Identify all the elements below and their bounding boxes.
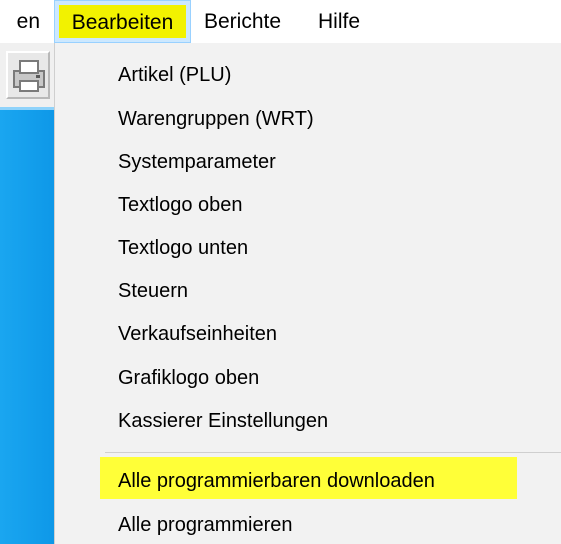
menu-separator [105,452,561,453]
menu-bar: en Bearbeiten Berichte Hilfe [0,0,561,43]
menu-berichte[interactable]: Berichte [204,0,281,43]
menu-item-label: Steuern [118,280,189,302]
menu-item-alle-downloaden[interactable]: Alle programmierbaren downloaden [118,466,435,496]
bearbeiten-dropdown: Artikel (PLU) Warengruppen (WRT) Systemp… [54,43,561,544]
menu-item-warengruppen[interactable]: Warengruppen (WRT) [118,104,314,134]
menu-item-label: Artikel (PLU) [118,64,232,86]
menu-item-label: Grafiklogo oben [118,367,260,389]
menu-hilfe[interactable]: Hilfe [318,0,360,43]
menu-item-grafiklogo-oben[interactable]: Grafiklogo oben [118,363,259,393]
menu-item-verkaufseinheiten[interactable]: Verkaufseinheiten [118,319,277,349]
menu-item-label: Systemparameter [118,151,276,173]
menu-item-label: Warengruppen (WRT) [118,108,314,130]
toolbar-button[interactable] [6,51,50,99]
menu-bearbeiten-label: Bearbeiten [71,11,174,34]
menu-item-kassierer-einstellungen[interactable]: Kassierer Einstellungen [118,406,328,436]
menu-item-textlogo-unten[interactable]: Textlogo unten [118,233,248,263]
menu-item-partial-label: en [16,10,40,33]
app-panel [0,107,54,544]
menu-item-label: Kassierer Einstellungen [118,410,329,432]
menu-item-label: Textlogo oben [118,194,243,216]
menu-item-partial[interactable]: en [0,0,40,43]
menu-item-label: Textlogo unten [118,237,249,259]
menu-berichte-label: Berichte [204,10,282,33]
menu-item-label: Alle programmieren [118,514,293,536]
menu-item-label: Verkaufseinheiten [118,323,278,345]
menu-item-artikel[interactable]: Artikel (PLU) [118,60,231,90]
menu-item-label: Alle programmierbaren downloaden [118,470,435,492]
menu-item-steuern[interactable]: Steuern [118,276,188,306]
menu-item-alle-programmieren[interactable]: Alle programmieren [118,510,293,540]
menu-bearbeiten[interactable]: Bearbeiten [54,0,191,43]
menu-hilfe-label: Hilfe [318,10,361,33]
menu-item-textlogo-oben[interactable]: Textlogo oben [118,190,243,220]
menu-item-systemparameter[interactable]: Systemparameter [118,147,276,177]
printer-icon [13,60,45,92]
